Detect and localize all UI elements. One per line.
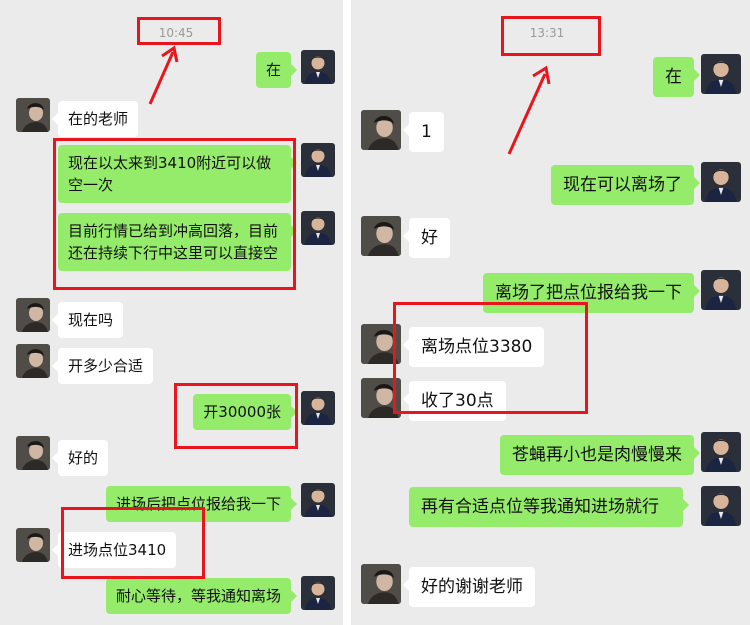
message-bubble-incoming[interactable]: 好的 (51, 440, 109, 476)
user-avatar-icon[interactable] (16, 298, 50, 332)
teacher-avatar-icon[interactable] (301, 391, 335, 425)
message-bubble-incoming[interactable]: 现在吗 (51, 302, 124, 338)
message-bubble-outgoing[interactable]: 离场了把点位报给我一下 (483, 273, 700, 313)
teacher-avatar-icon[interactable] (301, 143, 335, 177)
message-bubble-outgoing[interactable]: 开30000张 (193, 394, 297, 430)
timestamp: 13:31 (529, 26, 565, 40)
message-bubble-outgoing[interactable]: 现在以太来到3410附近可以做空一次 (58, 145, 297, 203)
teacher-avatar-icon[interactable] (701, 432, 741, 472)
message-bubble-outgoing[interactable]: 再有合适点位等我通知进场就行 (409, 487, 689, 527)
message-bubble-outgoing[interactable]: 目前行情已给到冲高回落，目前还在持续下行中这里可以直接空 (58, 213, 297, 271)
message-bubble-incoming[interactable]: 好的谢谢老师 (403, 567, 535, 607)
user-avatar-icon[interactable] (16, 436, 50, 470)
user-avatar-icon[interactable] (361, 564, 401, 604)
message-bubble-incoming[interactable]: 进场点位3410 (51, 532, 177, 568)
user-avatar-icon[interactable] (16, 344, 50, 378)
teacher-avatar-icon[interactable] (701, 54, 741, 94)
teacher-avatar-icon[interactable] (301, 50, 335, 84)
message-bubble-incoming[interactable]: 好 (403, 218, 450, 258)
user-avatar-icon[interactable] (361, 378, 401, 418)
message-bubble-incoming[interactable]: 离场点位3380 (402, 327, 545, 367)
teacher-avatar-icon[interactable] (301, 576, 335, 610)
teacher-avatar-icon[interactable] (301, 211, 335, 245)
user-avatar-icon[interactable] (361, 324, 401, 364)
message-bubble-incoming[interactable]: 开多少合适 (51, 348, 154, 384)
arrow-up-icon (148, 45, 179, 105)
message-bubble-incoming[interactable]: 在的老师 (51, 101, 139, 137)
message-bubble-outgoing[interactable]: 在 (255, 52, 298, 88)
arrow-up-icon (507, 65, 551, 155)
message-bubble-incoming[interactable]: 收了30点 (403, 381, 506, 421)
message-bubble-outgoing[interactable]: 在 (653, 57, 700, 97)
message-bubble-outgoing[interactable]: 苍蝇再小也是肉慢慢来 (500, 435, 700, 475)
teacher-avatar-icon[interactable] (701, 270, 741, 310)
message-bubble-outgoing[interactable]: 耐心等待，等我通知离场 (105, 578, 298, 614)
timestamp: 10:45 (158, 26, 194, 40)
user-avatar-icon[interactable] (16, 98, 50, 132)
message-bubble-outgoing[interactable]: 进场后把点位报给我一下 (105, 486, 298, 522)
chat-screenshot-right: 13:31 在 1 现在可以离场了 好 离场了把点位报给我一下 离场点位3380… (351, 0, 750, 625)
message-bubble-incoming[interactable]: 1 (403, 112, 444, 152)
teacher-avatar-icon[interactable] (701, 486, 741, 526)
user-avatar-icon[interactable] (16, 528, 50, 562)
message-bubble-outgoing[interactable]: 现在可以离场了 (551, 165, 700, 205)
teacher-avatar-icon[interactable] (701, 162, 741, 202)
chat-screenshot-left: 10:45 在 在的老师 现在以太来到3410附近可以做空一次 目前行情已给到冲… (0, 0, 343, 625)
user-avatar-icon[interactable] (361, 110, 401, 150)
teacher-avatar-icon[interactable] (301, 483, 335, 517)
user-avatar-icon[interactable] (361, 216, 401, 256)
